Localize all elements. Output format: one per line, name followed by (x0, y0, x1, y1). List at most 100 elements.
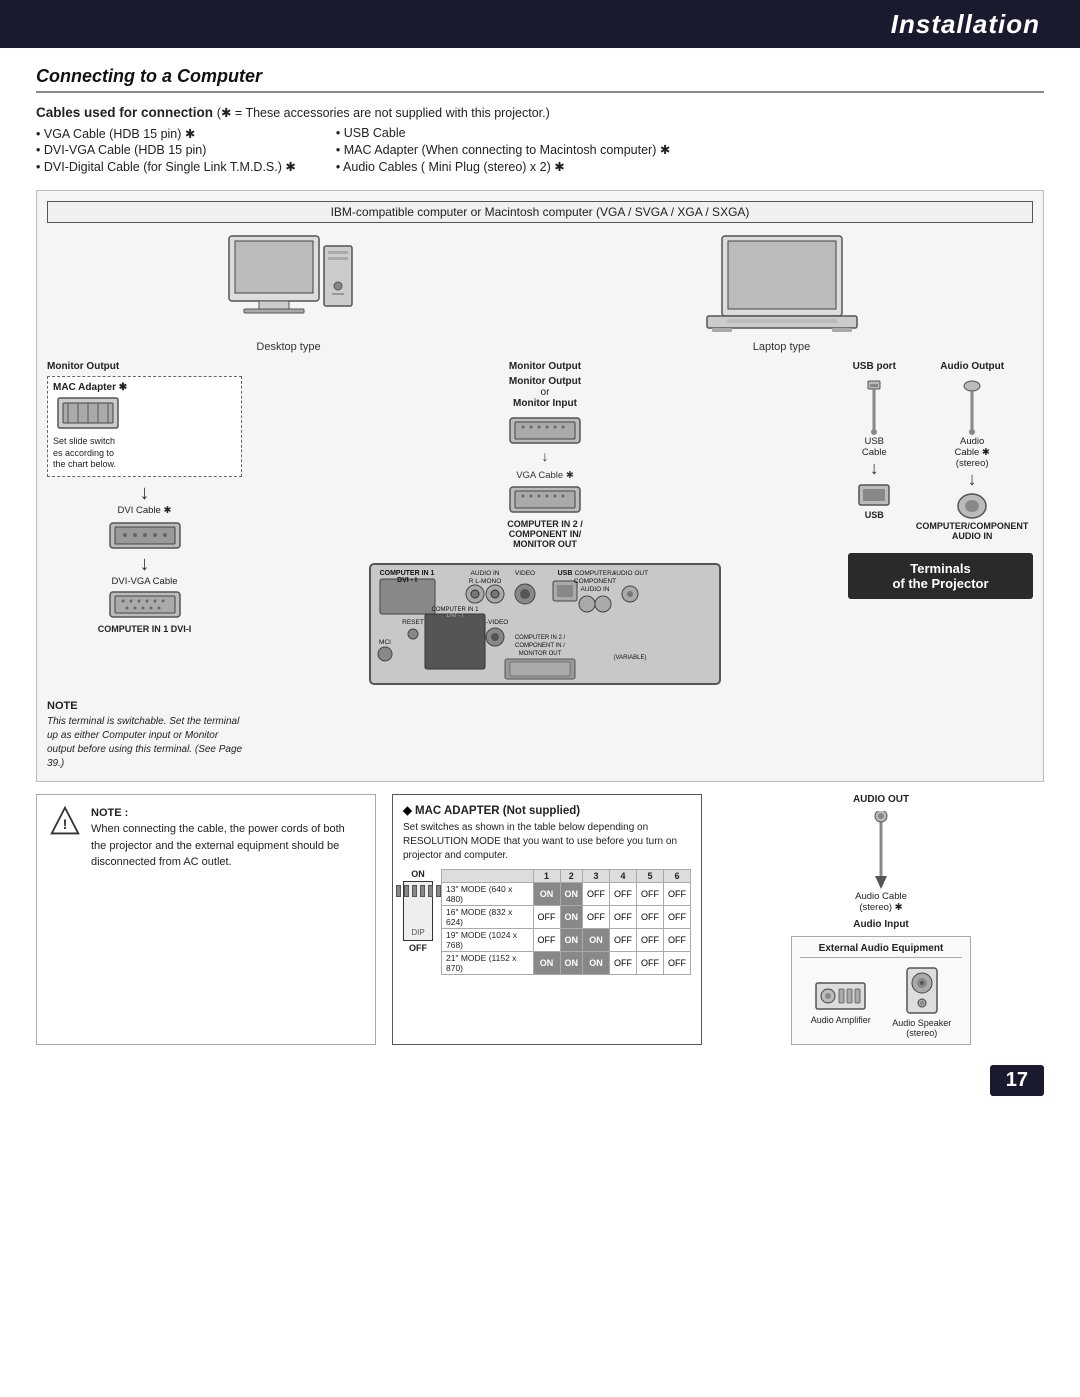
laptop-svg (702, 231, 862, 341)
svg-text:DVI - I: DVI - I (397, 577, 417, 584)
audio-cable-stereo-label: Audio Cable (stereo) ✱ (855, 891, 907, 913)
audio-speaker-label: Audio Speaker (stereo) (892, 1018, 951, 1038)
table-header-4: 4 (610, 869, 637, 882)
svg-text:VIDEO: VIDEO (515, 570, 535, 577)
table-header-6: 6 (664, 869, 691, 882)
desktop-computer: Desktop type (219, 231, 359, 353)
usb-port-label: USB port (853, 361, 896, 372)
monitor-output-label-3: Monitor OutputorMonitor Input (509, 376, 581, 409)
warning-note-body: When connecting the cable, the power cor… (91, 823, 345, 868)
audio-connector-bottom (952, 491, 992, 521)
switch-pin-3 (412, 885, 417, 897)
svg-text:COMPUTER IN 1: COMPUTER IN 1 (380, 570, 435, 577)
laptop-label: Laptop type (753, 341, 811, 353)
switch-pin-4 (420, 885, 425, 897)
dvi-connector (105, 518, 185, 553)
mac-adapter-desc: Set switches as shown in the table below… (403, 821, 691, 863)
svg-text:MCI: MCI (379, 639, 391, 646)
terminals-box: Terminals of the Projector (848, 553, 1033, 599)
projector-panel-svg: COMPUTER IN 1 DVI - I AUDIO IN R L-MONO … (250, 559, 840, 689)
bottom-row: ! NOTE : When connecting the cable, the … (36, 794, 1044, 1045)
switch-pin-1 (396, 885, 401, 897)
switch-on-label: ON (411, 869, 425, 879)
desktop-label: Desktop type (256, 341, 320, 353)
dvi-arrow-down: ↓ (47, 483, 242, 503)
monitor-output-label-2: Monitor Output (509, 361, 581, 372)
mac-adapter-note: Set slide switches according tothe chart… (53, 436, 236, 471)
warning-note-title: NOTE : (91, 807, 128, 819)
main-diagram: IBM-compatible computer or Macintosh com… (36, 190, 1044, 782)
svg-text:(VARIABLE): (VARIABLE) (614, 655, 647, 661)
usb-label: USB (865, 510, 884, 520)
switch-visual: ON DIP OFF (403, 869, 433, 953)
main-content: Connecting to a Computer Cables used for… (0, 48, 1080, 1065)
audio-output-label: Audio Output (940, 361, 1004, 372)
svg-text:COMPUTER IN 2 /: COMPUTER IN 2 / (515, 635, 566, 641)
usb-audio-section: USB port USB Cable ↓ (848, 361, 1033, 599)
page-title: Installation (891, 9, 1040, 40)
svg-text:S-VIDEO: S-VIDEO (482, 619, 509, 626)
speaker-svg (902, 963, 942, 1018)
table-header-1: 1 (533, 869, 560, 882)
audio-out-label: AUDIO OUT (853, 794, 909, 805)
vga-arrow: ↓VGA Cable ✱ (516, 448, 574, 482)
note-block: NOTE This terminal is switchable. Set th… (47, 700, 247, 771)
svg-text:AUDIO IN: AUDIO IN (581, 586, 610, 593)
cable-item-2: DVI-VGA Cable (HDB 15 pin) (36, 143, 296, 157)
audio-right-section: AUDIO OUT Audio Cable (stereo) ✱ Audio I… (718, 794, 1044, 1045)
ibm-banner: IBM-compatible computer or Macintosh com… (47, 201, 1033, 223)
dvi-cable-label: DVI Cable ✱ (47, 505, 242, 516)
audio-input-label: Audio Input (853, 919, 909, 930)
warning-box: ! NOTE : When connecting the cable, the … (36, 794, 376, 1045)
amplifier-svg (813, 975, 868, 1015)
audio-cable-svg (851, 811, 911, 891)
section-title: Connecting to a Computer (36, 66, 1044, 93)
note-section-inner: NOTE This terminal is switchable. Set th… (47, 700, 1033, 771)
audio-amplifier-label: Audio Amplifier (811, 1015, 871, 1025)
page-footer: 17 (0, 1065, 1080, 1106)
dvi-vga-cable-label: ↓ (47, 553, 242, 576)
table-header-2: 2 (560, 869, 583, 882)
switch-and-table: ON DIP OFF (403, 869, 691, 975)
audio-column: Audio Output Audio Cable ✱ (stereo) ↓ (916, 361, 1029, 541)
audio-down-arrow: ↓ (968, 469, 977, 491)
projector-back-panel: COMPUTER IN 1 DVI - I AUDIO IN R L-MONO … (250, 559, 840, 692)
svg-text:MONITOR OUT: MONITOR OUT (519, 651, 562, 657)
page-number: 17 (990, 1065, 1044, 1096)
cable-item-3: DVI-Digital Cable (for Single Link T.M.D… (36, 159, 296, 174)
cables-heading: Cables used for connection (✱ = These ac… (36, 105, 1044, 120)
external-audio-label: External Audio Equipment (800, 943, 962, 958)
dvi-vga-section: Monitor Output MAC Adapter ✱ Set slide (47, 361, 242, 634)
dvi-vga-cable-label-text: DVI-VGA Cable (47, 576, 242, 587)
audio-cable-label: Audio Cable ✱ (stereo) (954, 436, 989, 469)
svg-text:USB: USB (558, 570, 573, 577)
mac-adapter-box: MAC ADAPTER (Not supplied) Set switches … (392, 794, 702, 1045)
mode-table: 1 2 3 4 5 6 13" MODE (640 x 480)ONONOFFO… (441, 869, 691, 975)
cable-item-5: MAC Adapter (When connecting to Macintos… (336, 142, 670, 157)
switch-pin-6 (436, 885, 441, 897)
laptop-computer: Laptop type (702, 231, 862, 353)
vga-connector-bottom (505, 482, 585, 517)
monitor-output-label-1: Monitor Output (47, 361, 242, 372)
cable-item-6: Audio Cables ( Mini Plug (stereo) x 2) ✱ (336, 159, 670, 174)
cable-lists: VGA Cable (HDB 15 pin) ✱ DVI-VGA Cable (… (36, 126, 1044, 176)
svg-text:AUDIO OUT: AUDIO OUT (612, 570, 648, 577)
note-title: NOTE (47, 700, 247, 712)
external-audio-box: External Audio Equipment Audio Amplifier (791, 936, 971, 1045)
switch-body: DIP (403, 881, 433, 941)
speaker: Audio Speaker (stereo) (892, 963, 951, 1038)
cable-item-4: USB Cable (336, 126, 670, 140)
switch-pins (396, 885, 441, 897)
warning-text: NOTE : When connecting the cable, the po… (91, 805, 363, 871)
computer-component-audio-label: COMPUTER/COMPONENTAUDIO IN (916, 521, 1029, 541)
cable-list-left: VGA Cable (HDB 15 pin) ✱ DVI-VGA Cable (… (36, 126, 296, 176)
amplifier: Audio Amplifier (811, 975, 871, 1025)
usb-down-arrow: ↓ (870, 458, 879, 480)
svg-text:AUDIO IN: AUDIO IN (471, 570, 500, 577)
usb-connector-bottom (854, 480, 894, 510)
svg-text:COMPONENT: COMPONENT (574, 578, 616, 585)
svg-text:COMPUTER /: COMPUTER / (575, 570, 616, 577)
usb-column: USB port USB Cable ↓ (853, 361, 896, 541)
svg-text:R L-MONO: R L-MONO (469, 578, 502, 585)
table-header-3: 3 (583, 869, 610, 882)
